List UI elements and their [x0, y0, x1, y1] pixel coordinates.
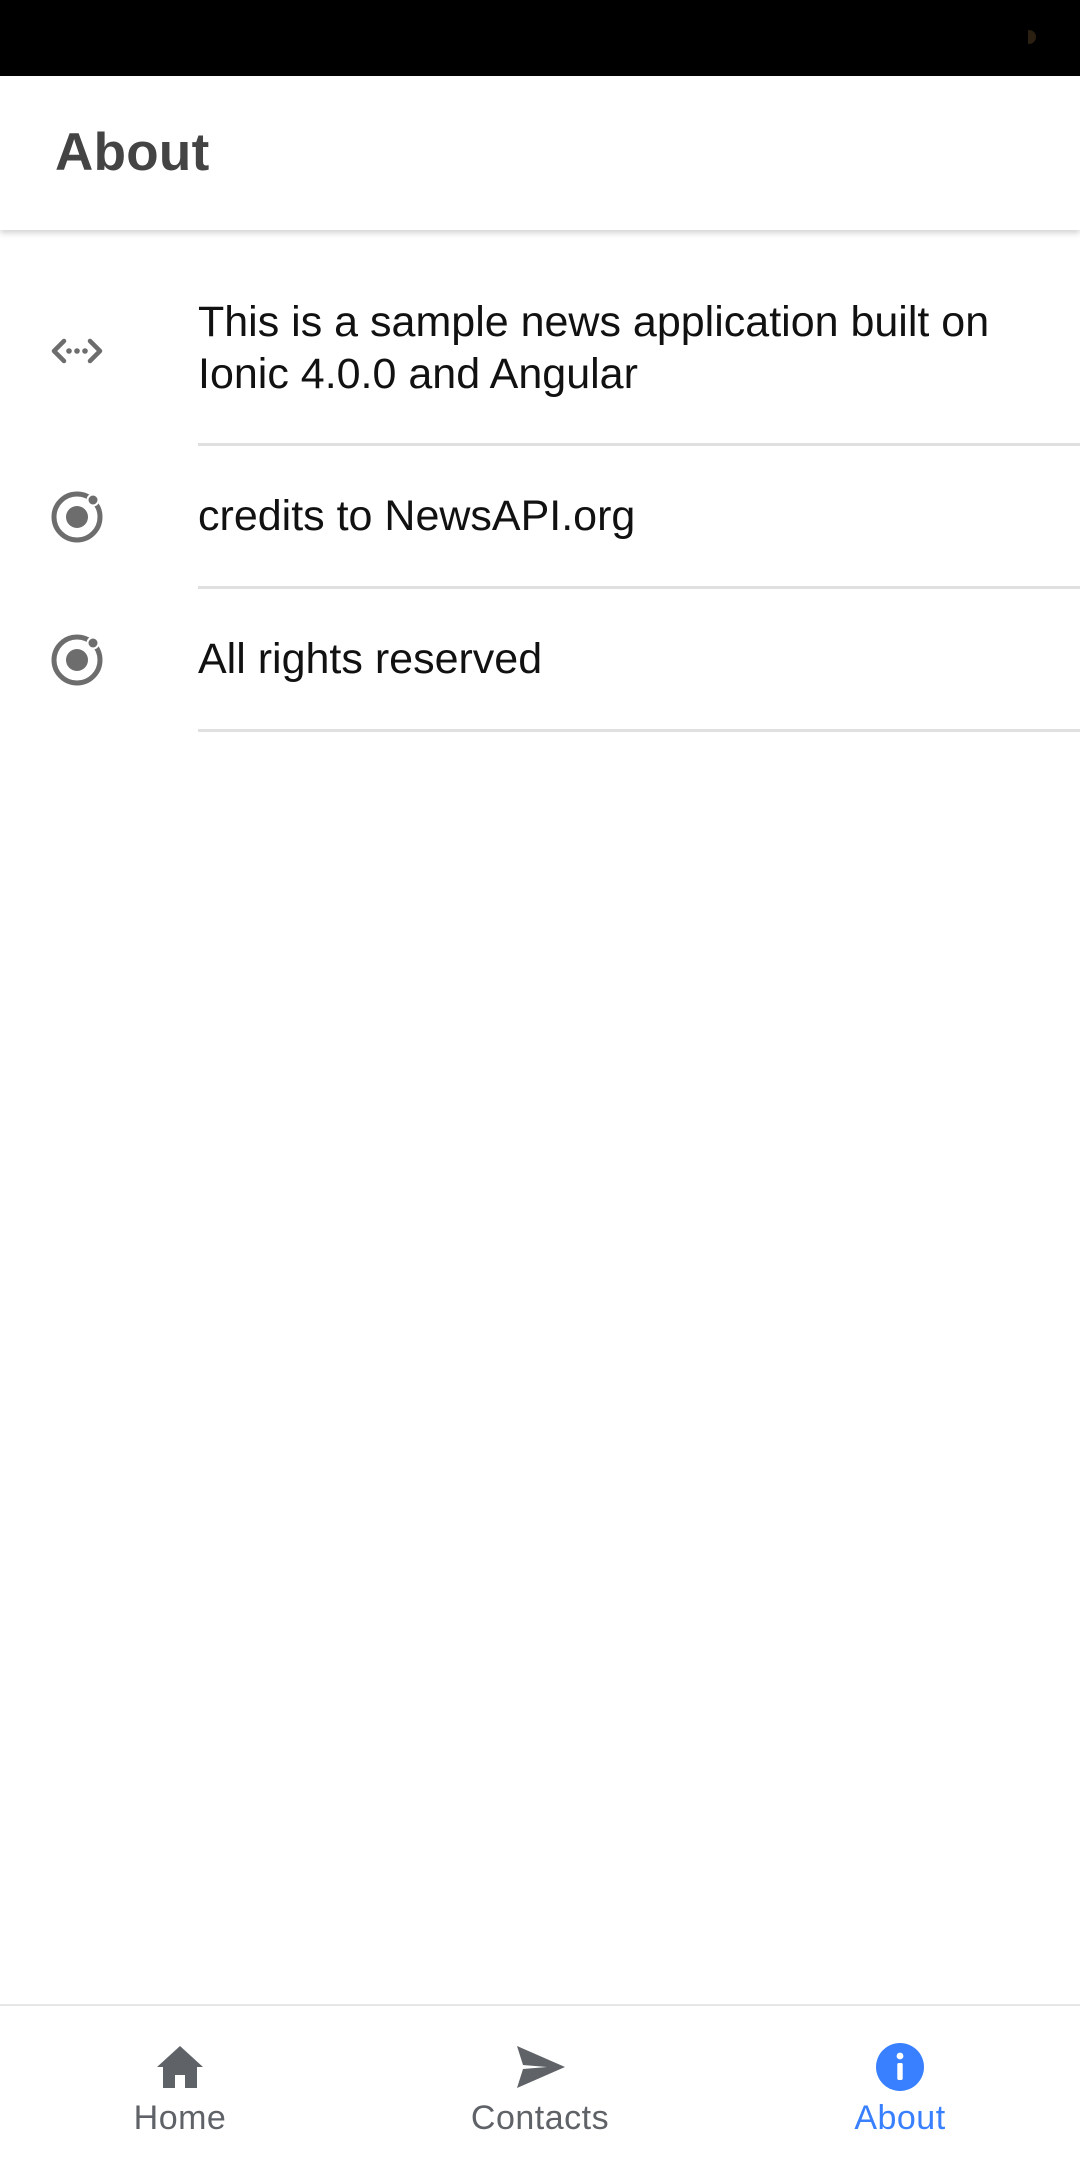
- screen: About This is a sample news application …: [0, 0, 1080, 2160]
- list-item: This is a sample news application built …: [0, 230, 1080, 446]
- ionic-icon: [48, 631, 106, 689]
- divider: [198, 729, 1080, 732]
- tab-label: Contacts: [470, 2099, 610, 2137]
- tab-about[interactable]: About: [720, 2006, 1080, 2160]
- tab-contacts[interactable]: Contacts: [360, 2006, 720, 2160]
- home-icon: [153, 2040, 207, 2094]
- list-item-text: All rights reserved: [198, 635, 543, 683]
- list-item-text: credits to NewsAPI.org: [198, 492, 636, 540]
- tab-label: Home: [133, 2099, 227, 2137]
- send-icon: [513, 2040, 567, 2094]
- status-bar: [0, 0, 1080, 76]
- tab-bar: Home Contacts About: [0, 2004, 1080, 2160]
- toolbar: About: [0, 76, 1080, 230]
- about-list: This is a sample news application built …: [0, 230, 1080, 732]
- list-item: credits to NewsAPI.org: [0, 446, 1080, 589]
- list-item: All rights reserved: [0, 589, 1080, 732]
- list-item-text: This is a sample news application built …: [198, 298, 990, 398]
- info-icon: [873, 2040, 927, 2094]
- tab-home[interactable]: Home: [0, 2006, 360, 2160]
- page-title: About: [55, 123, 210, 182]
- ionic-icon: [48, 488, 106, 546]
- tab-label: About: [854, 2099, 946, 2137]
- code-icon: [48, 322, 106, 380]
- camera-cutout-icon: [1028, 30, 1036, 44]
